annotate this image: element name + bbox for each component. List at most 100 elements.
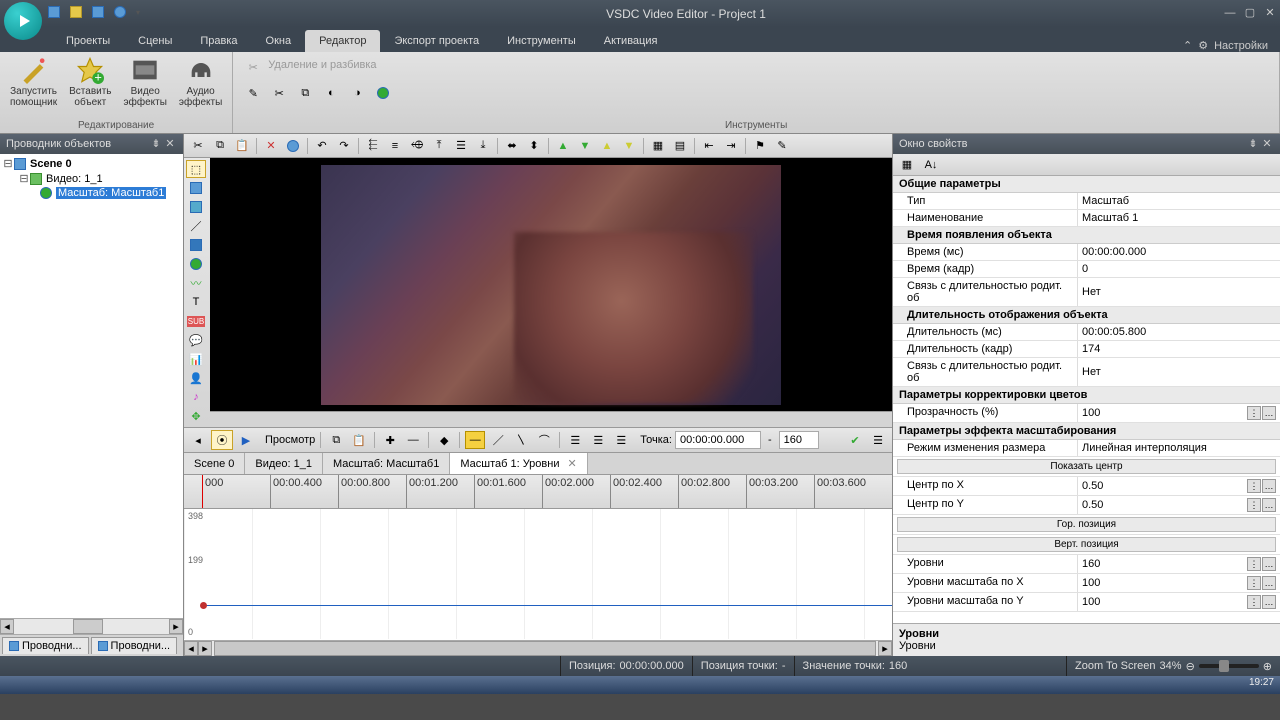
video-effects-button[interactable]: Видео эффекты (120, 54, 171, 110)
tb-flip-h-icon[interactable]: ⬌ (502, 137, 522, 155)
collapse-ribbon-icon[interactable]: ⌃ (1183, 39, 1192, 52)
qat-new-icon[interactable] (48, 6, 64, 22)
show-center-button[interactable]: Показать центр (897, 459, 1276, 474)
video-preview[interactable] (210, 158, 892, 411)
tool-icon-4[interactable]: ◐ (320, 83, 342, 103)
maximize-button[interactable]: ▢ (1240, 5, 1260, 23)
tb-indent-icon[interactable]: ⇤ (699, 137, 719, 155)
subtitle-tool-icon[interactable]: SUB (186, 312, 206, 330)
tb-arrow-down2-icon[interactable]: ▼ (619, 137, 639, 155)
rect-tool-icon[interactable] (186, 179, 206, 197)
prop-section-scale[interactable]: Параметры эффекта масштабирования (893, 423, 1280, 440)
tb-cut-icon[interactable]: ✂ (188, 137, 208, 155)
preview-hscroll[interactable] (210, 411, 892, 427)
tb-outdent-icon[interactable]: ⇥ (721, 137, 741, 155)
tb-copy-icon[interactable]: ⧉ (210, 137, 230, 155)
point-time-input[interactable] (675, 431, 761, 449)
zoom-out-icon[interactable]: ⊖ (1186, 660, 1195, 673)
chart-tool-icon[interactable]: 📊 (186, 350, 206, 368)
tool-icon-2[interactable]: ✂ (268, 83, 290, 103)
tb-align-right-icon[interactable]: ⬲ (407, 137, 427, 155)
settings-label[interactable]: Настройки (1214, 40, 1268, 52)
timeline-tab-scene[interactable]: Scene 0 (184, 453, 245, 474)
tab-tools[interactable]: Инструменты (493, 30, 590, 52)
playhead[interactable] (202, 475, 203, 508)
spinner-btn[interactable]: ⋮ (1247, 557, 1261, 571)
tooltip-tool-icon[interactable]: 💬 (186, 331, 206, 349)
spinner-btn[interactable]: ⋮ (1247, 576, 1261, 590)
tree-node-scale[interactable]: Масштаб: Масштаб1 (2, 186, 181, 200)
vert-pos-button[interactable]: Верт. позиция (897, 537, 1276, 552)
tb-arrow-up2-icon[interactable]: ▲ (597, 137, 617, 155)
select-tool-icon[interactable]: ⬚ (186, 160, 206, 178)
prop-section-color[interactable]: Параметры корректировки цветов (893, 387, 1280, 404)
tl-list3-icon[interactable]: ☰ (611, 431, 631, 449)
tb-paste-icon[interactable]: 📋 (232, 137, 252, 155)
line-tool-icon[interactable]: ／ (186, 217, 206, 235)
tb-arrow-down-icon[interactable]: ▼ (575, 137, 595, 155)
qat-save-icon[interactable] (92, 6, 108, 22)
tl-check-icon[interactable]: ✔ (845, 431, 865, 449)
tb-align-left-icon[interactable]: ⬱ (363, 137, 383, 155)
gear-icon[interactable]: ⚙ (1198, 39, 1208, 52)
tl-prev-icon[interactable]: ◂ (188, 431, 208, 449)
qat-open-icon[interactable] (70, 6, 86, 22)
tb-layer1-icon[interactable]: ▦ (648, 137, 668, 155)
tb-align-top-icon[interactable]: ⤒ (429, 137, 449, 155)
timeline-ruler[interactable]: 000 00:00.400 00:00.800 00:01.200 00:01.… (184, 475, 892, 509)
tl-list2-icon[interactable]: ☰ (588, 431, 608, 449)
tab-edit[interactable]: Правка (186, 30, 251, 52)
tb-align-center-icon[interactable]: ≡ (385, 137, 405, 155)
app-menu-orb[interactable] (4, 2, 42, 40)
spinner-btn[interactable]: ⋮ (1247, 595, 1261, 609)
timeline-tab-scale[interactable]: Масштаб: Масштаб1 (323, 453, 450, 474)
tl-kf1-icon[interactable]: ◆ (434, 431, 454, 449)
tl-curve3-icon[interactable]: ⌒ (534, 431, 554, 449)
more-btn[interactable]: … (1262, 406, 1276, 420)
person-tool-icon[interactable]: 👤 (186, 369, 206, 387)
point-value-input[interactable] (779, 431, 819, 449)
tool-icon-6[interactable] (372, 83, 394, 103)
tl-curve2-icon[interactable]: 〵 (511, 431, 531, 449)
tool-icon-5[interactable]: ◑ (346, 83, 368, 103)
tab-windows[interactable]: Окна (252, 30, 306, 52)
tb-flag-icon[interactable]: ⚑ (750, 137, 770, 155)
zoom-slider[interactable] (1199, 664, 1259, 668)
tl-add-icon[interactable]: ✚ (380, 431, 400, 449)
explorer-tab-1[interactable]: Проводни... (2, 637, 89, 654)
tl-remove-icon[interactable]: — (403, 431, 423, 449)
more-btn[interactable]: … (1262, 498, 1276, 512)
tab-export[interactable]: Экспорт проекта (380, 30, 493, 52)
close-button[interactable]: ✕ (1260, 5, 1280, 23)
tb-undo-icon[interactable]: ↶ (312, 137, 332, 155)
tl-copy-icon[interactable]: ⧉ (326, 431, 346, 449)
object-tree[interactable]: ⊟Scene 0 ⊟Видео: 1_1 Масштаб: Масштаб1 (0, 154, 183, 618)
timeline-graph[interactable]: 398 199 0 (184, 509, 892, 639)
tb-align-bot-icon[interactable]: ⤓ (473, 137, 493, 155)
timeline-tab-levels[interactable]: Масштаб 1: Уровни✕ (450, 453, 587, 474)
tl-menu-icon[interactable]: ☰ (868, 431, 888, 449)
tab-close-icon[interactable]: ✕ (567, 457, 576, 470)
text-tool-icon[interactable]: T (186, 293, 206, 311)
spinner-btn[interactable]: ⋮ (1247, 406, 1261, 420)
minimize-button[interactable]: — (1220, 5, 1240, 23)
tb-arrow-up-icon[interactable]: ▲ (553, 137, 573, 155)
prop-cat-icon[interactable]: ▦ (897, 156, 917, 174)
pin-icon[interactable]: ⇟ (149, 137, 163, 151)
launch-wizard-button[interactable]: Запустить помощник (6, 54, 61, 110)
qat-dropdown-icon[interactable] (136, 6, 152, 22)
free-tool-icon[interactable]: 〰 (186, 274, 206, 292)
tb-redo-icon[interactable]: ↷ (334, 137, 354, 155)
play-icon[interactable]: ▶ (236, 431, 256, 449)
tb-pen-icon[interactable]: ✎ (772, 137, 792, 155)
tb-delete-icon[interactable]: ✕ (261, 137, 281, 155)
audio-effects-button[interactable]: Аудио эффекты (175, 54, 226, 110)
prop-section-general[interactable]: Общие параметры (893, 176, 1280, 193)
tree-node-video[interactable]: ⊟Видео: 1_1 (2, 171, 181, 186)
tl-line-yellow-icon[interactable]: — (465, 431, 485, 449)
tool-icon-1[interactable]: ✎ (242, 83, 264, 103)
prop-sort-icon[interactable]: A↓ (921, 156, 941, 174)
tree-node-scene[interactable]: ⊟Scene 0 (2, 156, 181, 171)
tool-icon-3[interactable]: ⧉ (294, 83, 316, 103)
tab-projects[interactable]: Проекты (52, 30, 124, 52)
